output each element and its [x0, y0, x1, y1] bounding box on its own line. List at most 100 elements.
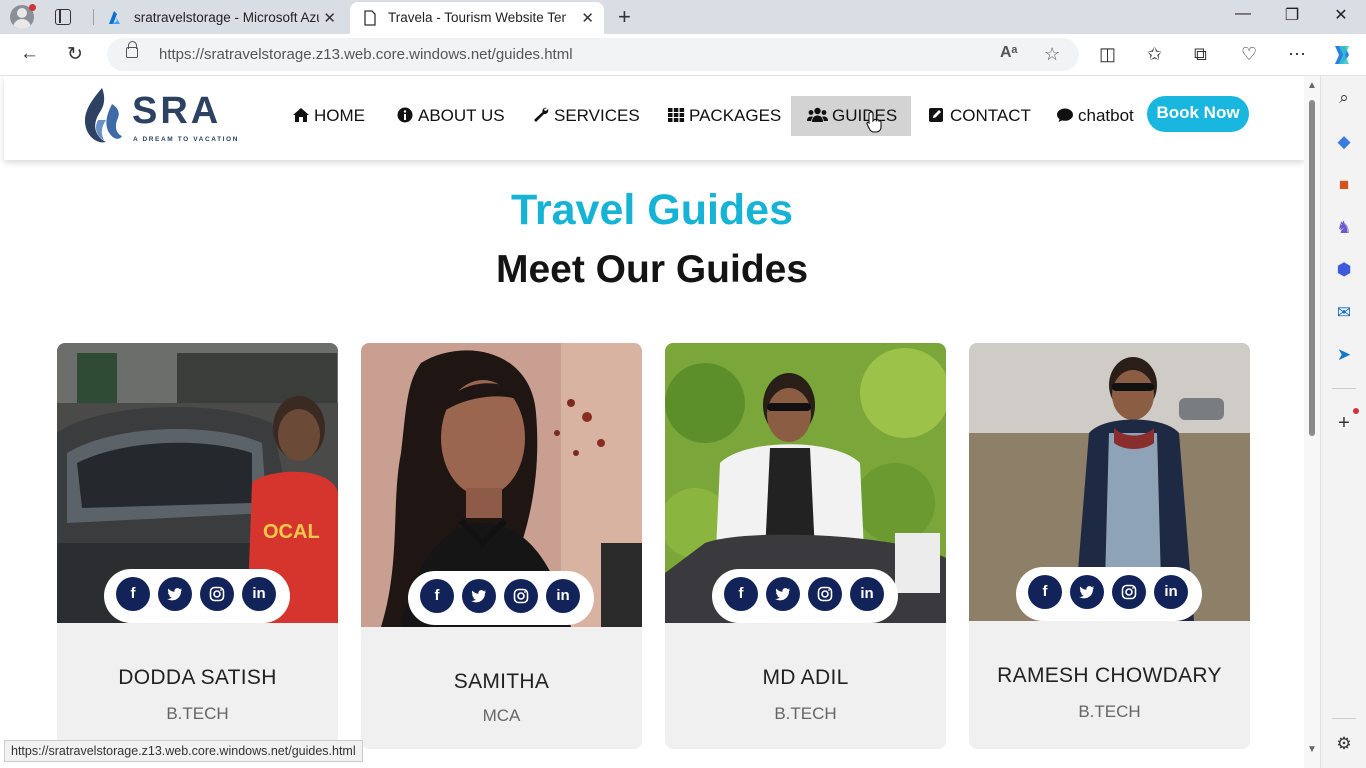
svg-text:OCAL: OCAL: [263, 521, 320, 543]
facebook-icon[interactable]: f: [1028, 575, 1062, 609]
games-icon[interactable]: ♞: [1334, 218, 1354, 238]
guide-name: MD ADIL: [762, 666, 849, 689]
scroll-up-icon[interactable]: ▲: [1307, 80, 1317, 91]
tab-actions-icon[interactable]: [55, 9, 71, 25]
facebook-icon[interactable]: f: [724, 577, 758, 611]
performance-heart-icon[interactable]: ♡: [1241, 44, 1257, 65]
edit-square-icon: [929, 108, 943, 122]
grid-icon: [668, 108, 685, 122]
url-text[interactable]: https://sratravelstorage.z13.web.core.wi…: [159, 46, 573, 63]
mouse-cursor-icon: [866, 111, 882, 133]
guide-degree: MCA: [482, 706, 521, 725]
search-icon[interactable]: ⌕: [1334, 88, 1354, 108]
tab-travela[interactable]: Travela - Tourism Website Templ ✕: [350, 2, 604, 34]
logo-tagline: A DREAM TO VACATION: [133, 136, 239, 143]
users-icon: [807, 107, 828, 122]
nav-guides[interactable]: GUIDES: [791, 96, 911, 136]
social-links: f in: [408, 571, 594, 625]
scroll-thumb[interactable]: [1309, 100, 1315, 436]
settings-gear-icon[interactable]: ⚙: [1334, 734, 1354, 754]
facebook-icon[interactable]: f: [116, 577, 150, 611]
twitter-icon[interactable]: [1070, 575, 1104, 609]
split-screen-icon[interactable]: ◫: [1099, 44, 1116, 65]
back-arrow-icon[interactable]: ←: [20, 43, 39, 65]
add-sidebar-app-icon[interactable]: +: [1334, 413, 1354, 433]
collections-icon[interactable]: ⧉: [1194, 44, 1207, 65]
guide-degree: B.TECH: [774, 704, 837, 723]
facebook-icon[interactable]: f: [420, 579, 454, 613]
logo-text: SRA: [132, 90, 222, 132]
guide-degree: B.TECH: [1078, 702, 1141, 721]
linkedin-icon[interactable]: in: [242, 577, 276, 611]
page-icon: [364, 10, 376, 26]
guide-card: f in SAMITHA MCA: [361, 343, 642, 749]
section-subtitle: Travel Guides: [510, 186, 794, 234]
nav-services-label: SERVICES: [554, 106, 640, 125]
guide-card: f in MD ADIL B.TECH: [665, 343, 946, 749]
send-icon[interactable]: ➤: [1334, 345, 1354, 365]
linkedin-icon[interactable]: in: [850, 577, 884, 611]
social-links: f in: [1016, 567, 1202, 621]
nav-about-label: ABOUT US: [418, 106, 505, 125]
notification-dot: [1353, 408, 1359, 414]
close-tab-icon[interactable]: ✕: [323, 9, 336, 27]
guide-name: DODDA SATISH: [118, 666, 277, 689]
twitter-icon[interactable]: [158, 577, 192, 611]
new-tab-icon[interactable]: +: [618, 4, 631, 30]
close-window-icon[interactable]: ✕: [1331, 5, 1351, 25]
more-menu-icon[interactable]: ⋯: [1288, 44, 1306, 65]
nav-home-label: HOME: [314, 106, 365, 125]
flame-logo-icon: [84, 88, 122, 143]
azure-icon: [109, 11, 120, 24]
outlook-icon[interactable]: ✉: [1334, 303, 1354, 323]
section-title: Meet Our Guides: [495, 248, 809, 291]
instagram-icon[interactable]: [808, 577, 842, 611]
guide-card: OCAL f in DODDA SATISH B.TECH: [57, 343, 338, 749]
nav-chatbot-label: chatbot: [1078, 106, 1134, 125]
linkedin-icon[interactable]: in: [546, 579, 580, 613]
instagram-icon[interactable]: [1112, 575, 1146, 609]
site-header: SRA A DREAM TO VACATION HOME ABOUT US SE…: [4, 76, 1304, 160]
copilot-icon[interactable]: [1329, 42, 1355, 68]
read-aloud-icon[interactable]: Aᵃ: [1000, 44, 1018, 62]
tab-title: Travela - Tourism Website Templ: [388, 10, 566, 25]
instagram-icon[interactable]: [200, 577, 234, 611]
nav-home[interactable]: HOME: [292, 96, 365, 136]
nav-contact[interactable]: CONTACT: [928, 96, 1031, 136]
microsoft-365-icon[interactable]: ⬢: [1334, 260, 1354, 280]
social-links: f in: [104, 569, 290, 623]
page-scrollbar[interactable]: ▲ ▼: [1304, 76, 1320, 768]
nav-services[interactable]: SERVICES: [532, 96, 640, 136]
nav-packages[interactable]: PACKAGES: [667, 96, 781, 136]
shopping-tag-icon[interactable]: ◆: [1334, 132, 1354, 152]
instagram-icon[interactable]: [504, 579, 538, 613]
guide-card: f in RAMESH CHOWDARY B.TECH: [969, 343, 1250, 749]
close-tab-icon[interactable]: ✕: [581, 9, 594, 27]
restore-icon[interactable]: ❐: [1282, 5, 1302, 25]
address-toolbar: ← ↻ https://sratravelstorage.z13.web.cor…: [0, 34, 1366, 76]
guide-name: SAMITHA: [453, 670, 550, 693]
home-icon: [293, 108, 309, 122]
web-page: SRA A DREAM TO VACATION HOME ABOUT US SE…: [0, 76, 1304, 768]
scroll-down-icon[interactable]: ▼: [1307, 744, 1317, 755]
nav-chatbot[interactable]: chatbot: [1056, 96, 1134, 136]
linkedin-icon[interactable]: in: [1154, 575, 1188, 609]
lock-icon[interactable]: [126, 41, 138, 58]
nav-about[interactable]: ABOUT US: [396, 96, 505, 136]
twitter-icon[interactable]: [462, 579, 496, 613]
info-circle-icon: [397, 107, 413, 123]
favorites-icon[interactable]: ✩: [1147, 44, 1162, 65]
guide-degree: B.TECH: [166, 704, 229, 723]
refresh-icon[interactable]: ↻: [67, 43, 83, 66]
tab-azure[interactable]: sratravelstorage - Microsoft Azur ✕: [96, 2, 346, 34]
twitter-icon[interactable]: [766, 577, 800, 611]
browser-tab-bar: sratravelstorage - Microsoft Azur ✕ Trav…: [0, 0, 1366, 34]
site-logo[interactable]: SRA A DREAM TO VACATION: [80, 84, 240, 150]
favorite-star-icon[interactable]: ☆: [1044, 44, 1060, 65]
minimize-icon[interactable]: —: [1233, 5, 1253, 23]
nav-packages-label: PACKAGES: [689, 106, 782, 125]
book-now-button[interactable]: Book Now: [1147, 96, 1249, 132]
address-bar[interactable]: https://sratravelstorage.z13.web.core.wi…: [107, 38, 1079, 71]
guide-name: RAMESH CHOWDARY: [997, 664, 1222, 687]
tools-briefcase-icon[interactable]: ■: [1334, 175, 1354, 195]
